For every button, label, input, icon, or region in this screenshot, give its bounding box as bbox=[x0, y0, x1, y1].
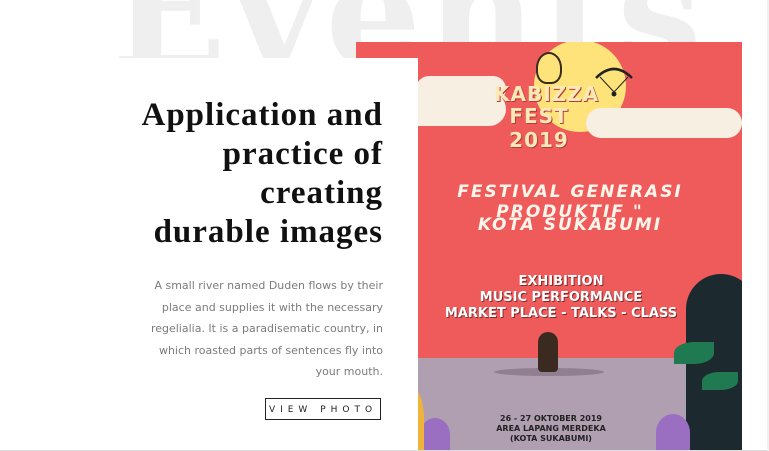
poster-date-line: 26 - 27 OKTOBER 2019 bbox=[500, 414, 602, 423]
cloud-shape bbox=[586, 108, 742, 138]
article-heading: Application and practice of creating dur… bbox=[83, 96, 383, 252]
leaf-shape bbox=[702, 372, 738, 390]
parachute-icon bbox=[595, 67, 633, 97]
poster-program-item: MUSIC PERFORMANCE bbox=[479, 290, 643, 305]
heading-line: practice of bbox=[222, 136, 383, 172]
dome-shape bbox=[656, 414, 690, 451]
logo-line-1: KABIZZA bbox=[494, 82, 600, 106]
description-line: which roasted parts of sentences fly int… bbox=[158, 343, 383, 357]
cloud-shape bbox=[416, 76, 506, 102]
poster-date-line: AREA LAPANG MERDEKA bbox=[496, 424, 606, 433]
poster-city-line: KOTA SUKABUMI bbox=[477, 215, 663, 235]
description-line: A small river named Duden flows by their bbox=[154, 279, 383, 292]
description-line: place and supplies it with the necessary bbox=[161, 300, 383, 314]
poster-figure bbox=[538, 332, 558, 372]
view-photo-button[interactable]: VIEW PHOTO bbox=[265, 398, 381, 420]
heading-line: creating bbox=[260, 175, 383, 211]
poster-date-line: (KOTA SUKABUMI) bbox=[510, 434, 592, 443]
heading-line: durable images bbox=[153, 214, 383, 250]
description-line: your mouth. bbox=[315, 365, 383, 378]
lightbulb-icon bbox=[536, 52, 562, 84]
leaf-shape bbox=[674, 342, 714, 364]
dome-shape bbox=[420, 418, 450, 451]
article-description: A small river named Duden flows by their… bbox=[143, 275, 383, 383]
logo-line-2: FEST 2019 bbox=[509, 104, 569, 152]
poster-program-item: EXHIBITION bbox=[518, 274, 604, 289]
heading-line: Application and bbox=[141, 97, 383, 133]
description-line: regelialia. It is a paradisematic countr… bbox=[150, 322, 383, 335]
festival-logo: KABIZZA FEST 2019 bbox=[494, 82, 600, 152]
poster-program-item: MARKET PLACE - TALKS - CLASS bbox=[444, 306, 678, 321]
